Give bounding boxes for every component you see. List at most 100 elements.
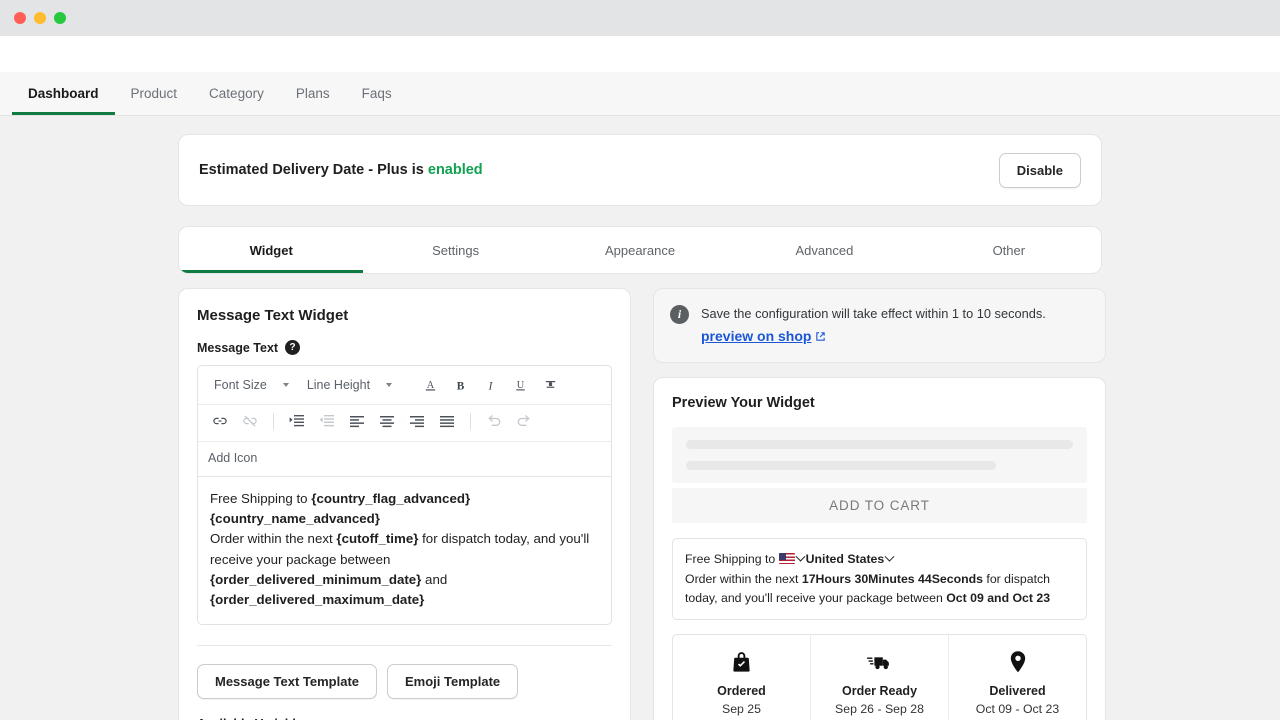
content-var-country-name: {country_name_advanced}	[210, 511, 380, 527]
step-name: Delivered	[989, 684, 1046, 699]
line-height-label: Line Height	[306, 378, 371, 392]
location-pin-icon	[953, 649, 1082, 675]
italic-icon[interactable]: I	[476, 372, 504, 398]
app-status-banner: Estimated Delivery Date - Plus is enable…	[178, 134, 1102, 206]
message-text-editor-content[interactable]: Free Shipping to {country_flag_advanced}…	[198, 477, 611, 624]
save-configuration-notice: i Save the configuration will take effec…	[653, 288, 1106, 364]
app-status-prefix: Estimated Delivery Date - Plus is	[199, 162, 424, 178]
step-date: Sep 25	[722, 702, 761, 717]
app-navigation-bar: Dashboard Product Category Plans Faqs	[0, 72, 1280, 116]
tab-settings[interactable]: Settings	[363, 227, 547, 273]
nav-item-category[interactable]: Category	[193, 72, 280, 115]
window-maximize-button[interactable]	[54, 12, 66, 24]
browser-url-strip	[0, 36, 1280, 72]
svg-text:U: U	[516, 380, 524, 391]
tab-widget[interactable]: Widget	[179, 227, 364, 273]
underline-icon[interactable]: U	[506, 372, 534, 398]
tab-advanced-label: Advanced	[795, 242, 854, 258]
step-date: Oct 09 - Oct 23	[975, 702, 1060, 717]
tab-other[interactable]: Other	[917, 227, 1101, 273]
nav-item-plans-label: Plans	[295, 86, 330, 101]
preview-widget-panel: Preview Your Widget ADD TO CART Free Shi…	[653, 377, 1106, 720]
nav-item-product[interactable]: Product	[115, 72, 194, 115]
text-color-icon[interactable]: A	[416, 372, 444, 398]
tab-other-label: Other	[992, 242, 1026, 258]
tab-widget-label: Widget	[249, 242, 293, 258]
disable-button[interactable]: Disable	[998, 152, 1081, 188]
app-status-text: Estimated Delivery Date - Plus is enable…	[199, 162, 483, 178]
undo-icon[interactable]	[480, 408, 508, 434]
product-skeleton-placeholder	[672, 427, 1087, 484]
line-height-dropdown[interactable]: Line Height	[299, 374, 400, 396]
content-line1-prefix: Free Shipping to	[210, 491, 312, 506]
chevron-down-icon	[282, 383, 289, 387]
preview-title: Preview Your Widget	[672, 395, 815, 412]
skeleton-line	[686, 440, 1073, 450]
link-icon[interactable]	[206, 408, 234, 434]
chevron-down-icon[interactable]	[884, 551, 895, 562]
preview-line2-prefix: Order within the next	[685, 571, 802, 586]
preview-on-shop-link[interactable]: preview on shop	[701, 326, 826, 347]
content-var-country-flag: {country_flag_advanced}	[311, 491, 471, 506]
indent-icon[interactable]	[283, 408, 311, 434]
svg-text:B: B	[456, 380, 464, 392]
step-name: Order Ready	[841, 684, 918, 699]
nav-item-faqs[interactable]: Faqs	[346, 72, 408, 115]
delivery-truck-icon	[815, 649, 944, 675]
page-body: Estimated Delivery Date - Plus is enable…	[0, 116, 1280, 720]
two-column-layout: Message Text Widget Message Text ? Font …	[178, 288, 1106, 720]
us-flag-icon	[778, 553, 795, 565]
preview-on-shop-label: preview on shop	[701, 328, 812, 345]
help-icon[interactable]: ?	[285, 340, 301, 355]
tab-appearance[interactable]: Appearance	[548, 227, 732, 273]
chevron-down-icon[interactable]	[795, 551, 806, 562]
rich-text-editor: Font Size Line Height A B I U Add Icon F…	[197, 365, 612, 626]
skeleton-line	[686, 461, 996, 471]
notice-body: Save the configuration will take effect …	[701, 304, 1046, 347]
align-center-icon[interactable]	[373, 408, 401, 434]
font-size-dropdown[interactable]: Font Size	[206, 374, 297, 396]
bold-icon[interactable]: B	[446, 372, 474, 398]
window-titlebar	[0, 0, 1280, 36]
settings-tab-bar: Widget Settings Appearance Advanced Othe…	[178, 226, 1102, 274]
page-container: Estimated Delivery Date - Plus is enable…	[178, 134, 1106, 720]
window-close-button[interactable]	[14, 12, 26, 24]
preview-countdown: 17Hours 30Minutes 44Seconds	[801, 571, 983, 586]
svg-text:A: A	[426, 380, 434, 391]
message-text-template-button[interactable]: Message Text Template	[197, 664, 378, 700]
strikethrough-icon[interactable]	[536, 372, 564, 398]
window-minimize-button[interactable]	[34, 12, 46, 24]
delivery-steps-timeline: Ordered Sep 25 Order Ready Sep 26 - Sep …	[672, 634, 1087, 720]
nav-item-category-label: Category	[209, 86, 264, 101]
toolbar-divider	[470, 412, 471, 430]
step-date: Sep 26 - Sep 28	[835, 702, 924, 717]
nav-item-product-label: Product	[130, 86, 178, 101]
step-delivered: Delivered Oct 09 - Oct 23	[948, 635, 1086, 720]
preview-country-name: United States	[805, 552, 885, 567]
redo-icon[interactable]	[510, 408, 538, 434]
step-ordered: Ordered Sep 25	[673, 635, 810, 720]
emoji-template-button[interactable]: Emoji Template	[387, 664, 519, 700]
align-left-icon[interactable]	[343, 408, 371, 434]
add-icon-button[interactable]: Add Icon	[198, 442, 611, 477]
step-order-ready: Order Ready Sep 26 - Sep 28	[810, 635, 948, 720]
right-column: i Save the configuration will take effec…	[653, 288, 1106, 720]
outdent-icon[interactable]	[313, 408, 341, 434]
align-right-icon[interactable]	[403, 408, 431, 434]
estimated-delivery-message: Free Shipping to United States Order wit…	[672, 538, 1087, 621]
template-buttons-row: Message Text Template Emoji Template	[197, 645, 612, 700]
content-line2-prefix: Order within the next	[210, 531, 337, 547]
add-to-cart-button[interactable]: ADD TO CART	[672, 488, 1087, 524]
shopping-bag-check-icon	[677, 649, 806, 675]
notice-message: Save the configuration will take effect …	[701, 306, 1046, 321]
nav-item-plans[interactable]: Plans	[280, 72, 346, 115]
nav-item-dashboard[interactable]: Dashboard	[12, 72, 115, 115]
editor-toolbar-row-1: Font Size Line Height A B I U	[198, 366, 611, 405]
message-text-field-header: Message Text ?	[197, 340, 612, 355]
step-name: Ordered	[717, 684, 766, 699]
message-text-label: Message Text	[197, 340, 279, 355]
tab-advanced[interactable]: Advanced	[732, 227, 916, 273]
align-justify-icon[interactable]	[433, 408, 461, 434]
unlink-icon[interactable]	[236, 408, 264, 434]
tab-appearance-label: Appearance	[604, 242, 676, 258]
